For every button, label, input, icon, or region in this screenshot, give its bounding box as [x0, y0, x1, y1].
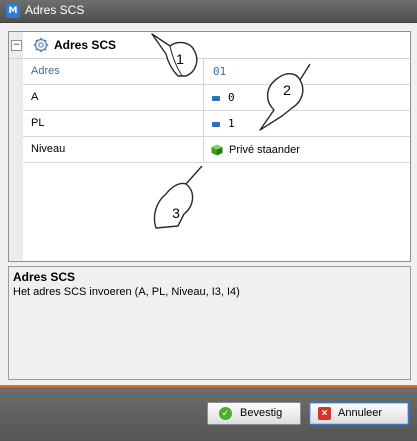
description-title: Adres SCS	[13, 270, 76, 284]
description-panel: Adres SCS Het adres SCS invoeren (A, PL,…	[8, 266, 411, 380]
property-name: A	[23, 85, 204, 110]
description-text: Het adres SCS invoeren (A, PL, Niveau, I…	[13, 286, 240, 298]
property-value-text: 1	[228, 117, 235, 130]
property-row-a[interactable]: A 0	[23, 85, 410, 111]
collapse-icon[interactable]: −	[11, 40, 22, 51]
callout-pointer-1: 1	[151, 33, 198, 77]
callout-pointer-2: 2	[259, 63, 311, 131]
callout-number-1: 1	[176, 51, 184, 67]
callout-pointer-3: 3	[153, 165, 203, 229]
property-row-adres[interactable]: Adres 01	[23, 59, 410, 85]
property-value-text: 0	[228, 91, 235, 104]
property-name: PL	[23, 111, 204, 136]
section-title: Adres SCS	[54, 38, 117, 52]
property-value[interactable]: Privé staander	[205, 137, 410, 162]
property-value-text: 01	[213, 65, 227, 78]
property-grid: − Adres SCS Adres 01 A 0 PL 1 Niveau Pri…	[8, 31, 411, 262]
app-icon: M	[6, 4, 20, 18]
grid-section-header[interactable]: − Adres SCS	[9, 32, 410, 59]
cancel-button[interactable]: × Annuleer	[309, 402, 409, 425]
property-row-niveau[interactable]: Niveau Privé staander	[23, 137, 410, 163]
close-icon: ×	[318, 407, 331, 420]
property-value-text: Privé staander	[229, 144, 300, 156]
dialog-window: M Adres SCS − Adres SCS Adres 01 A 0 PL …	[0, 0, 417, 441]
cancel-button-label: Annuleer	[338, 407, 383, 419]
callout-number-3: 3	[172, 205, 180, 221]
gear-icon	[33, 37, 49, 53]
green-cube-icon	[211, 144, 223, 156]
check-icon: ✓	[219, 407, 232, 420]
confirm-button-label: Bevestig	[240, 407, 283, 419]
window-title: Adres SCS	[25, 3, 85, 17]
blue-dash-icon	[212, 95, 220, 101]
property-name: Niveau	[23, 137, 204, 162]
callout-number-2: 2	[283, 82, 291, 98]
confirm-button[interactable]: ✓ Bevestig	[207, 402, 301, 425]
blue-dash-icon	[212, 121, 220, 127]
property-row-pl[interactable]: PL 1	[23, 111, 410, 137]
title-bar[interactable]: M Adres SCS	[0, 0, 417, 23]
